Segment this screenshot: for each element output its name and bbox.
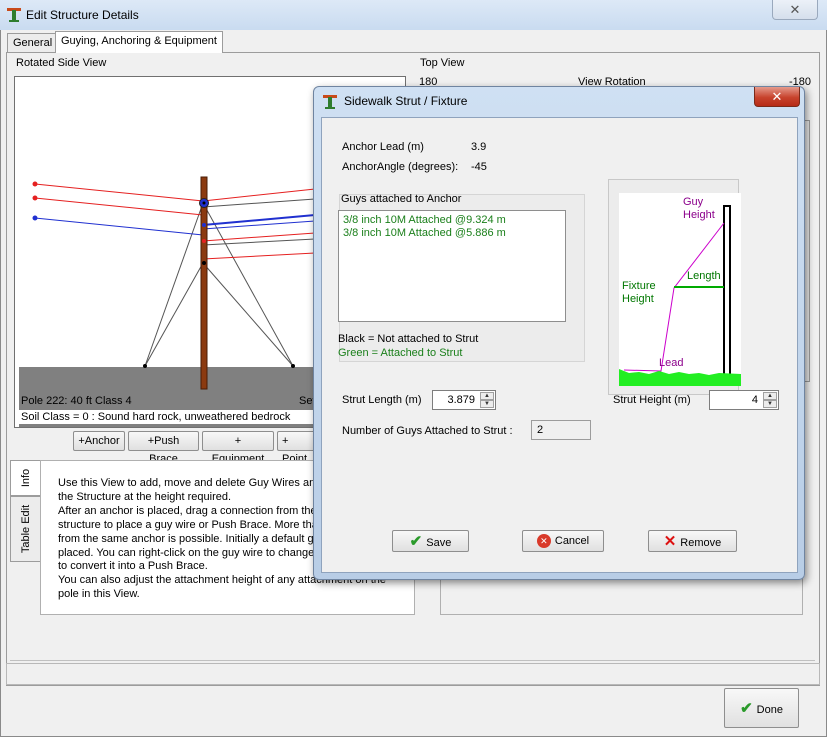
cancel-label: Cancel (554, 534, 590, 547)
anchor-angle-label: AnchorAngle (degrees): (342, 161, 459, 173)
sidewalk-strut-dialog: Sidewalk Strut / Fixture ✕ Anchor Lead (… (313, 86, 805, 580)
wire-endpoint[interactable] (32, 195, 38, 201)
guys-count-field: 2 (531, 420, 591, 440)
legend-black: Black = Not attached to Strut (338, 333, 479, 345)
diagram-height-label: Height (683, 209, 715, 221)
remove-button[interactable]: ✕ Remove (648, 530, 737, 552)
pole[interactable] (200, 176, 208, 390)
attachment-point[interactable] (202, 239, 206, 243)
diagram-pole (723, 205, 731, 379)
attachment-point[interactable] (202, 201, 206, 205)
tab-general[interactable]: General (7, 33, 59, 53)
add-push-brace-button[interactable]: +Push Brace (128, 431, 199, 465)
tab-guying-anchoring-equipment[interactable]: Guying, Anchoring & Equipment (55, 31, 223, 53)
strut-height-value[interactable]: 4 (752, 394, 758, 406)
cancel-icon: ✕ (536, 534, 551, 548)
red-conductor[interactable] (202, 188, 316, 202)
guys-count-value: 2 (537, 424, 544, 436)
strut-diagram: Guy Height Length Fixture Height Lead (608, 179, 741, 395)
blue-conductor[interactable] (202, 220, 316, 230)
diagram-ground (619, 369, 741, 386)
save-button[interactable]: ✔ Save (392, 530, 469, 552)
list-item[interactable]: 3/8 inch 10M Attached @5.886 m (339, 227, 565, 240)
close-icon: ✕ (771, 89, 783, 104)
anchor-point[interactable] (291, 364, 295, 368)
close-icon: ✕ (789, 2, 801, 17)
remove-label: Remove (680, 537, 722, 549)
spin-buttons[interactable]: ▲ ▼ (763, 392, 777, 408)
attachment-point[interactable] (202, 223, 206, 227)
tab-label: General (13, 37, 53, 49)
strut-length-stepper[interactable]: 3.879 ▲ ▼ (432, 390, 496, 410)
strut-height-label: Strut Height (m) (613, 394, 691, 406)
guy-wire[interactable] (202, 202, 294, 367)
dialog-body: Anchor Lead (m) 3.9 AnchorAngle (degrees… (321, 117, 798, 573)
anchor-angle-value: -45 (471, 161, 487, 173)
attachment-point[interactable] (202, 261, 206, 265)
top-view-label: Top View (420, 57, 465, 69)
pole-app-icon (7, 7, 21, 23)
diagram-fixture-height-label: Height (622, 293, 654, 305)
check-icon: ✔ (409, 533, 423, 550)
tab-label: Guying, Anchoring & Equipment (61, 35, 217, 47)
red-conductor[interactable] (34, 197, 204, 216)
strut-length-label: Strut Length (m) (342, 394, 422, 406)
red-conductor[interactable] (202, 252, 316, 260)
diagram-lead-label: Lead (659, 357, 684, 369)
side-view-label: Rotated Side View (16, 57, 107, 69)
spin-up-icon[interactable]: ▲ (480, 392, 494, 400)
gray-conductor[interactable] (202, 198, 316, 208)
guys-listbox[interactable]: 3/8 inch 10M Attached @9.324 m 3/8 inch … (338, 210, 566, 322)
guy-wire[interactable] (144, 262, 204, 367)
remove-x-icon: ✕ (663, 533, 677, 550)
red-conductor[interactable] (34, 183, 204, 202)
tab-table-edit-label: Table Edit (19, 504, 32, 554)
done-button[interactable]: ✔ Done (724, 688, 799, 728)
anchor-point[interactable] (143, 364, 147, 368)
dialog-close-button[interactable]: ✕ (754, 87, 800, 107)
anchor-lead-label: Anchor Lead (m) (342, 141, 424, 153)
status-strip (6, 663, 820, 685)
strut-height-stepper[interactable]: 4 ▲ ▼ (709, 390, 779, 410)
pole-label: Pole 222: 40 ft Class 4 (21, 395, 132, 407)
spin-buttons[interactable]: ▲ ▼ (480, 392, 494, 408)
check-icon: ✔ (740, 700, 753, 717)
spin-down-icon[interactable]: ▼ (763, 400, 777, 408)
blue-conductor[interactable] (202, 214, 316, 226)
add-equipment-button[interactable]: + Equipment (202, 431, 274, 465)
guys-group-label: Guys attached to Anchor (341, 193, 462, 205)
window-title: Edit Structure Details (26, 8, 139, 22)
strut-length-value[interactable]: 3.879 (447, 394, 475, 406)
add-anchor-button[interactable]: +Anchor (73, 431, 125, 451)
list-item[interactable]: 3/8 inch 10M Attached @9.324 m (339, 214, 565, 227)
legend-green: Green = Attached to Strut (338, 347, 463, 359)
blue-conductor[interactable] (34, 217, 204, 236)
dialog-title: Sidewalk Strut / Fixture (344, 94, 468, 108)
guy-wire[interactable] (202, 262, 294, 367)
wire-endpoint[interactable] (32, 181, 38, 187)
save-label: Save (426, 537, 452, 549)
pole-app-icon (323, 94, 337, 110)
diagram-length-label: Length (687, 270, 721, 282)
tab-table-edit[interactable]: Table Edit (10, 496, 40, 562)
tab-info-label: Info (19, 468, 32, 488)
spin-down-icon[interactable]: ▼ (480, 400, 494, 408)
spin-up-icon[interactable]: ▲ (763, 392, 777, 400)
strut-diagram-canvas: Guy Height Length Fixture Height Lead (619, 193, 741, 386)
cancel-button[interactable]: ✕ Cancel (522, 530, 604, 552)
wire-endpoint[interactable] (32, 215, 38, 221)
diagram-guy-label: Guy (683, 196, 704, 208)
tab-info[interactable]: Info (10, 460, 40, 496)
diagram-fixture-label: Fixture (622, 280, 656, 292)
window-close-button[interactable]: ✕ (772, 0, 818, 20)
anchor-lead-value: 3.9 (471, 141, 487, 153)
done-label: Done (756, 704, 783, 716)
info-line: pole in this View. (58, 588, 140, 601)
guy-wire[interactable] (144, 202, 204, 367)
main-titlebar[interactable]: Edit Structure Details ✕ (0, 0, 827, 30)
guys-count-label: Number of Guys Attached to Strut : (342, 425, 513, 437)
